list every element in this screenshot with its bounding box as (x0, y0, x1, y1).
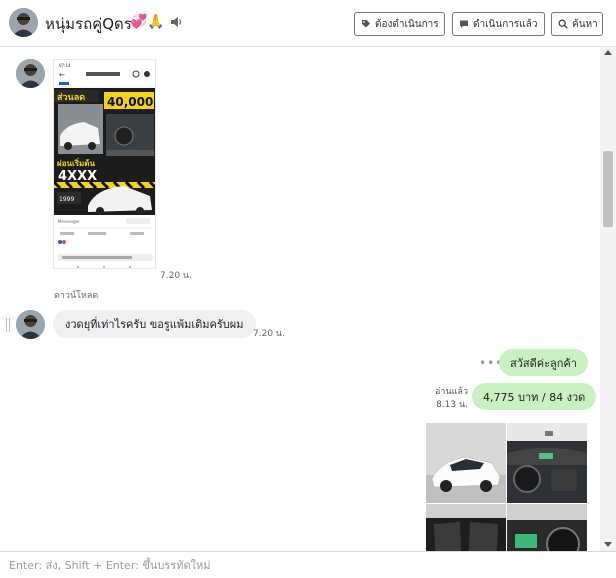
greeting-text: สวัสดีค่ะลูกค้า (510, 356, 577, 370)
image-message[interactable]: 07:14 ← ส่วนลด 40,000. ผ่อนเริ่มต้น 4XXX… (53, 59, 156, 269)
done-label: ดำเนินการแล้ว (473, 18, 538, 30)
price-text: 4,775 บาท / 84 งวด (483, 390, 586, 404)
contact-emoji: 💞🙏 (130, 14, 165, 30)
message-composer (0, 551, 616, 578)
svg-text:ผ่อนเริ่มต้น: ผ่อนเริ่มต้น (57, 157, 95, 168)
chat-window: หนุ่มรถคู่Qดร 💞🙏 ต้องดำเนินการ ดำเนินการ… (0, 0, 616, 578)
drag-handle[interactable] (6, 318, 10, 332)
car-promo-poster: ส่วนลด 40,000. ผ่อนเริ่มต้น 4XXX 1999 (54, 88, 156, 215)
download-link[interactable]: ดาวน์โหลด (54, 288, 98, 302)
read-time: 8.13 น. (436, 400, 468, 410)
car-interior-photo[interactable] (507, 504, 587, 551)
svg-text:1999: 1999 (59, 196, 74, 203)
message-time: 7.20 น. (160, 271, 192, 281)
incoming-message[interactable]: งวดยุที่เท่าไรครับ ขอรูแพ้มเติมครับผม (53, 310, 256, 338)
contact-avatar[interactable] (9, 8, 38, 37)
incoming-message-text: งวดยุที่เท่าไรครับ ขอรูแพ้มเติมครับผม (65, 318, 244, 331)
sender-avatar[interactable] (16, 59, 45, 88)
svg-text:40,000.: 40,000. (107, 95, 156, 109)
svg-text:←: ← (59, 71, 65, 79)
message-time: 7.20 น. (253, 329, 285, 339)
tag-icon (362, 20, 370, 28)
chat-bubble-icon (460, 20, 468, 28)
screenshot-topbar: 07:14 ← (54, 60, 155, 86)
pending-label: ต้องดำเนินการ (375, 18, 439, 30)
search-label: ค้นหา (572, 18, 598, 30)
outgoing-message-greeting[interactable]: สวัสดีค่ะลูกค้า (499, 349, 588, 376)
scroll-up-icon[interactable] (604, 50, 612, 55)
scroll-thumb[interactable] (603, 151, 613, 227)
outgoing-message-price[interactable]: 4,775 บาท / 84 งวด (472, 383, 597, 410)
speaker-icon[interactable] (169, 15, 183, 29)
svg-text:Messenger: Messenger (58, 219, 80, 224)
sender-avatar[interactable] (16, 310, 45, 339)
image-album[interactable] (426, 423, 588, 551)
chat-scrollbar[interactable] (600, 47, 616, 551)
scroll-down-icon[interactable] (604, 542, 612, 547)
read-receipt: อ่านแล้ว 8.13 น. (426, 386, 468, 412)
done-button[interactable]: ดำเนินการแล้ว (452, 12, 545, 36)
screenshot-meta: Messenger (54, 215, 155, 268)
pending-button[interactable]: ต้องดำเนินการ (354, 12, 445, 36)
car-exterior-photo[interactable] (426, 423, 506, 503)
search-button[interactable]: ค้นหา (551, 12, 603, 36)
read-label: อ่านแล้ว (435, 387, 468, 397)
search-icon (558, 19, 568, 29)
chat-header: หนุ่มรถคู่Qดร 💞🙏 ต้องดำเนินการ ดำเนินการ… (0, 0, 616, 47)
message-input[interactable] (0, 552, 616, 578)
car-seats-photo[interactable] (426, 504, 506, 551)
contact-name: หนุ่มรถคู่Qดร (45, 15, 132, 33)
svg-text:ส่วนลด: ส่วนลด (57, 92, 85, 103)
car-dashboard-photo[interactable] (507, 423, 587, 503)
svg-text:07:14: 07:14 (59, 63, 71, 68)
